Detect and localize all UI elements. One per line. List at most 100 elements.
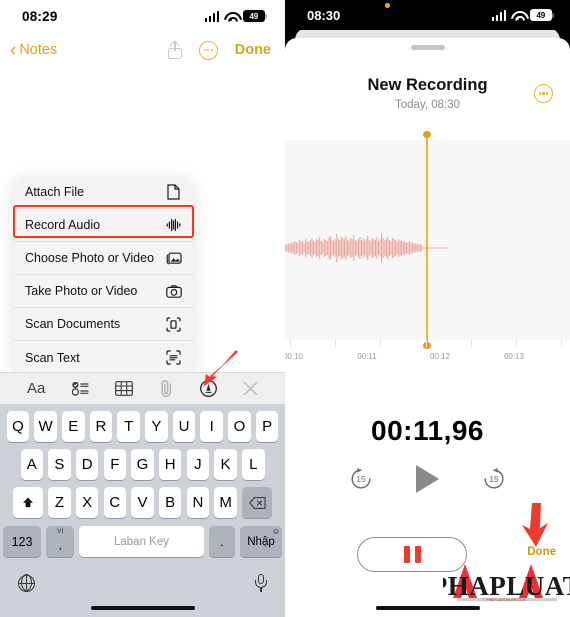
key-f[interactable]: F — [103, 449, 127, 480]
orange-recording-indicator — [385, 3, 390, 8]
skip-forward-label: 15 — [489, 474, 499, 484]
done-button[interactable]: Done — [235, 42, 271, 58]
markup-pen-icon[interactable] — [199, 380, 217, 397]
key-p[interactable]: P — [255, 411, 279, 442]
key-b[interactable]: B — [158, 487, 182, 518]
back-to-notes-button[interactable]: ‹ Notes — [10, 41, 57, 60]
nav-actions: Done — [167, 40, 271, 60]
pause-button[interactable] — [357, 537, 467, 572]
left-screen-notes-app: 08:29 49 ‹ Notes Done Attach File Record… — [0, 0, 285, 617]
key-w[interactable]: W — [34, 411, 57, 442]
skip-forward-15-icon[interactable]: 15 — [481, 466, 507, 492]
key-v[interactable]: V — [131, 487, 154, 518]
share-icon[interactable] — [167, 40, 182, 59]
chevron-left-icon: ‹ — [10, 39, 17, 61]
globe-icon[interactable] — [17, 574, 35, 592]
key-e[interactable]: E — [62, 411, 85, 442]
more-circle-icon[interactable] — [198, 40, 218, 60]
space-key[interactable]: Laban Key — [79, 526, 204, 557]
navigation-bar: ‹ Notes Done — [0, 32, 285, 68]
transport-controls: 15 15 — [285, 465, 570, 493]
key-x[interactable]: X — [75, 487, 99, 518]
key-q[interactable]: Q — [6, 411, 30, 442]
key-u[interactable]: U — [172, 411, 196, 442]
playhead-cursor[interactable] — [423, 131, 431, 349]
key-h[interactable]: H — [158, 449, 182, 480]
home-indicator — [90, 605, 195, 610]
key-i[interactable]: I — [200, 411, 223, 442]
menu-label: Attach File — [25, 185, 85, 199]
backspace-icon[interactable] — [242, 487, 272, 518]
vietnamese-key[interactable]: VI , — [46, 526, 75, 557]
vi-main: , — [58, 539, 62, 552]
document-icon — [165, 184, 182, 200]
emoji-icon: ☺ — [271, 527, 280, 536]
recording-timer: 00:11,96 — [371, 415, 484, 446]
done-button[interactable]: Done — [527, 546, 556, 558]
skip-back-15-icon[interactable]: 15 — [348, 466, 374, 492]
play-icon[interactable] — [416, 465, 439, 493]
checklist-icon[interactable] — [71, 381, 89, 396]
tick-label: 00:12 — [429, 352, 451, 361]
table-icon[interactable] — [114, 381, 133, 396]
microphone-icon[interactable] — [255, 574, 267, 592]
battery-level: 49 — [536, 10, 546, 20]
return-label: Nhập — [247, 535, 275, 548]
back-label: Notes — [19, 42, 58, 58]
keyboard-row-3: Z X C V B N M — [0, 487, 285, 518]
close-icon[interactable] — [243, 381, 258, 396]
wifi-icon — [511, 10, 525, 21]
text-format-icon[interactable]: Aa — [27, 380, 45, 397]
attachment-context-menu: Attach File Record Audio Choose Photo or… — [14, 176, 193, 374]
battery-level: 49 — [249, 11, 259, 21]
key-k[interactable]: K — [214, 449, 237, 480]
key-y[interactable]: Y — [145, 411, 168, 442]
key-t[interactable]: T — [117, 411, 140, 442]
status-time: 08:29 — [22, 8, 58, 24]
recording-title: New Recording — [367, 75, 488, 94]
dual-screenshot-container: 08:29 49 ‹ Notes Done Attach File Record… — [0, 0, 570, 617]
key-c[interactable]: C — [103, 487, 127, 518]
key-m[interactable]: M — [214, 487, 237, 518]
sheet-grabber[interactable] — [410, 45, 445, 50]
menu-item-scan-text[interactable]: Scan Text — [14, 341, 193, 374]
status-bar: 08:29 49 — [0, 0, 285, 32]
keyboard-row-2: A S D F G H J K L — [0, 449, 285, 480]
menu-item-attach-file[interactable]: Attach File — [14, 176, 193, 209]
menu-item-scan-documents[interactable]: Scan Documents — [14, 308, 193, 341]
menu-item-record-audio[interactable]: Record Audio — [14, 209, 193, 242]
key-s[interactable]: S — [48, 449, 71, 480]
key-d[interactable]: D — [75, 449, 99, 480]
key-n[interactable]: N — [186, 487, 210, 518]
key-l[interactable]: L — [242, 449, 265, 480]
camera-icon — [165, 283, 182, 299]
status-icons: 49 — [204, 10, 267, 22]
note-format-toolbar: Aa — [0, 372, 285, 404]
key-r[interactable]: R — [89, 411, 113, 442]
virtual-keyboard: Q W E R T Y U I O P A S D F G H J K L Z … — [0, 404, 285, 617]
paperclip-icon[interactable] — [159, 379, 174, 398]
scan-text-icon — [165, 350, 182, 366]
shift-arrow-icon[interactable] — [13, 487, 43, 518]
tick-label: 00:10 — [285, 352, 304, 361]
wifi-icon — [224, 11, 238, 22]
home-indicator — [375, 605, 480, 610]
menu-item-take-photo-or-video[interactable]: Take Photo or Video — [14, 275, 193, 308]
key-o[interactable]: O — [228, 411, 251, 442]
keyboard-bottom-row — [0, 564, 285, 592]
menu-item-choose-photo-or-video[interactable]: Choose Photo or Video — [14, 242, 193, 275]
numbers-key[interactable]: 123 — [3, 526, 41, 557]
timeline-ticks: 00:10 00:11 00:12 00:13 — [285, 340, 570, 370]
key-z[interactable]: Z — [48, 487, 71, 518]
key-a[interactable]: A — [20, 449, 43, 480]
keyboard-row-4: 123 VI , Laban Key . ☺ Nhập — [0, 525, 285, 557]
key-g[interactable]: G — [131, 449, 154, 480]
waveform-area[interactable] — [285, 131, 570, 349]
audio-waveform-icon — [165, 217, 182, 233]
period-key[interactable]: . — [208, 526, 235, 557]
key-j[interactable]: J — [186, 449, 210, 480]
more-circle-icon[interactable] — [534, 84, 553, 103]
tick-label: 00:13 — [503, 352, 525, 361]
return-key[interactable]: ☺ Nhập — [240, 526, 282, 557]
battery-icon: 49 — [530, 9, 554, 21]
